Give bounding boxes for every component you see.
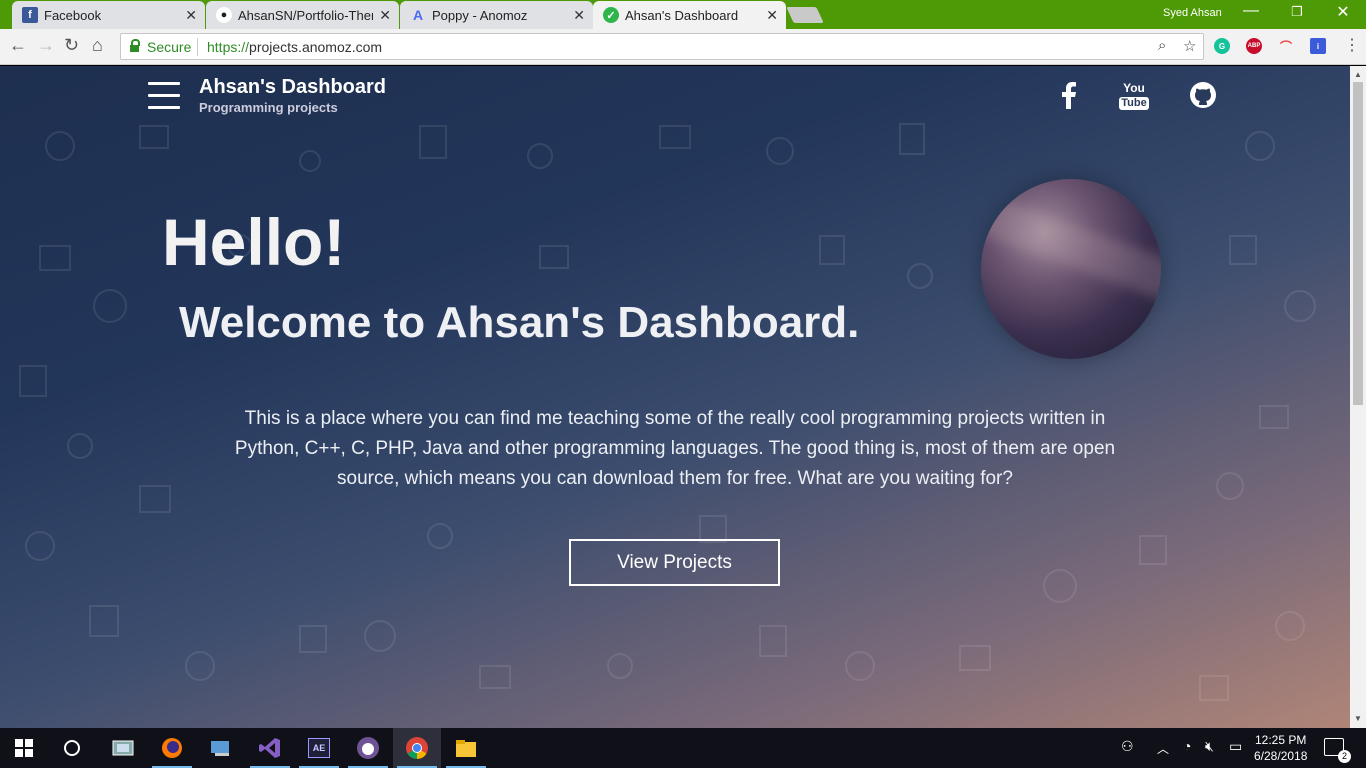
back-icon[interactable]: ← — [9, 35, 27, 56]
volume-muted-icon[interactable]: 🔇︎ — [1205, 738, 1214, 755]
scroll-down-icon[interactable]: ▼ — [1354, 714, 1362, 723]
windows-start-icon[interactable] — [0, 728, 48, 768]
facebook-icon[interactable] — [1052, 78, 1086, 112]
show-hidden-icons-icon[interactable]: ︿ — [1157, 740, 1169, 757]
intro-paragraph: This is a place where you can find me te… — [234, 408, 1116, 489]
tab-dashboard[interactable]: ✓ Ahsan's Dashboard ✕ — [593, 1, 786, 29]
clock-time: 12:25 PM — [1255, 733, 1307, 747]
after-effects-label: AE — [308, 738, 330, 758]
hero-hello-heading: Hello! — [162, 205, 346, 279]
scrollbar-thumb[interactable] — [1353, 82, 1363, 405]
page-content: Ahsan's Dashboard Programming projects Y… — [0, 66, 1350, 728]
file-transfer-icon[interactable] — [197, 728, 245, 768]
scroll-up-icon[interactable]: ▲ — [1354, 70, 1362, 79]
view-projects-button[interactable]: View Projects — [569, 539, 780, 586]
hero-welcome-heading: Welcome to Ahsan's Dashboard. — [179, 298, 860, 347]
tab-title: Facebook — [44, 7, 102, 23]
page-scrollbar[interactable]: ▲ ▼ — [1350, 66, 1366, 728]
secure-label: Secure — [147, 39, 192, 55]
tab-title: Poppy - Anomoz — [432, 7, 528, 23]
notification-count-badge: 2 — [1338, 750, 1351, 763]
browser-toolbar: ← → ↻ ⌂ Secure https://projects.anomoz.c… — [0, 29, 1366, 65]
dashboard-icon: ✓ — [603, 7, 619, 23]
tab-facebook[interactable]: f Facebook ✕ — [12, 1, 205, 29]
brand-title[interactable]: Ahsan's Dashboard — [199, 76, 386, 99]
planet-image — [981, 179, 1161, 359]
action-center-icon[interactable]: 2 — [1324, 738, 1351, 763]
windows-taskbar: AE ⚇ ︿ ◔ 🔇︎ ▭ 12:25 PM 6/28/2018 2 — [0, 728, 1366, 768]
profile-name[interactable]: Syed Ahsan — [1163, 7, 1222, 19]
extension-arc-icon[interactable]: ⌒ — [1278, 38, 1294, 54]
zoom-icon[interactable]: ⌕ — [1158, 37, 1166, 54]
facebook-icon: f — [22, 7, 38, 23]
reload-icon[interactable]: ↻ — [64, 35, 79, 56]
url-protocol: https:// — [207, 39, 250, 55]
chrome-icon[interactable] — [393, 728, 441, 768]
brand-subtitle: Programming projects — [199, 100, 338, 115]
grammarly-icon[interactable]: G — [1214, 38, 1230, 54]
file-explorer-icon[interactable] — [442, 728, 490, 768]
youtube-icon[interactable]: You Tube — [1117, 78, 1151, 112]
github-desktop-icon[interactable] — [344, 728, 392, 768]
divider — [197, 38, 198, 56]
url-text[interactable]: https://projects.anomoz.com — [207, 39, 382, 55]
minimize-icon[interactable]: — — [1228, 2, 1274, 20]
clock-date: 6/28/2018 — [1254, 749, 1308, 763]
close-icon[interactable]: ✕ — [766, 7, 778, 24]
close-icon[interactable]: ✕ — [185, 7, 197, 24]
home-icon[interactable]: ⌂ — [92, 35, 103, 56]
wifi-icon[interactable]: ◔ — [1183, 738, 1191, 754]
browser-menu-icon[interactable]: ⋮ — [1344, 35, 1360, 55]
people-icon[interactable]: ⚇ — [1121, 738, 1134, 755]
firefox-icon[interactable] — [148, 728, 196, 768]
extension-info-icon[interactable]: i — [1310, 38, 1326, 54]
visual-studio-icon[interactable] — [246, 728, 294, 768]
address-bar[interactable]: Secure https://projects.anomoz.com ⌕ ☆ — [120, 33, 1204, 60]
battery-icon[interactable]: ▭ — [1229, 738, 1242, 755]
cortana-icon[interactable] — [48, 728, 96, 768]
task-view-icon[interactable] — [99, 728, 147, 768]
tab-title: AhsanSN/Portfolio-Them — [238, 7, 373, 23]
url-host: projects.anomoz.com — [249, 39, 383, 55]
close-icon[interactable]: ✕ — [573, 7, 585, 24]
github-icon: ● — [216, 7, 232, 23]
anomoz-icon: A — [412, 7, 424, 23]
restore-icon[interactable]: ❐ — [1274, 4, 1320, 20]
browser-tab-strip: f Facebook ✕ ● AhsanSN/Portfolio-Them ✕ … — [0, 0, 1366, 29]
tab-poppy[interactable]: A Poppy - Anomoz ✕ — [400, 1, 593, 29]
after-effects-icon[interactable]: AE — [295, 728, 343, 768]
doodle-pattern-background — [19, 123, 1316, 701]
youtube-logo-top: You — [1123, 81, 1145, 95]
github-icon[interactable] — [1186, 78, 1220, 112]
tab-title: Ahsan's Dashboard — [625, 7, 739, 23]
close-icon[interactable]: ✕ — [379, 7, 391, 24]
new-tab-button[interactable] — [786, 7, 824, 23]
forward-icon[interactable]: → — [37, 35, 55, 56]
tab-github[interactable]: ● AhsanSN/Portfolio-Them ✕ — [206, 1, 399, 29]
adblock-plus-icon[interactable]: ABP — [1246, 38, 1262, 54]
system-clock[interactable]: 12:25 PM 6/28/2018 — [1254, 732, 1307, 764]
window-close-icon[interactable]: ✕ — [1320, 2, 1366, 22]
menu-hamburger-icon[interactable] — [148, 82, 180, 110]
bookmark-star-icon[interactable]: ☆ — [1183, 37, 1196, 55]
lock-icon — [130, 39, 140, 52]
youtube-logo-bottom: Tube — [1119, 97, 1149, 110]
